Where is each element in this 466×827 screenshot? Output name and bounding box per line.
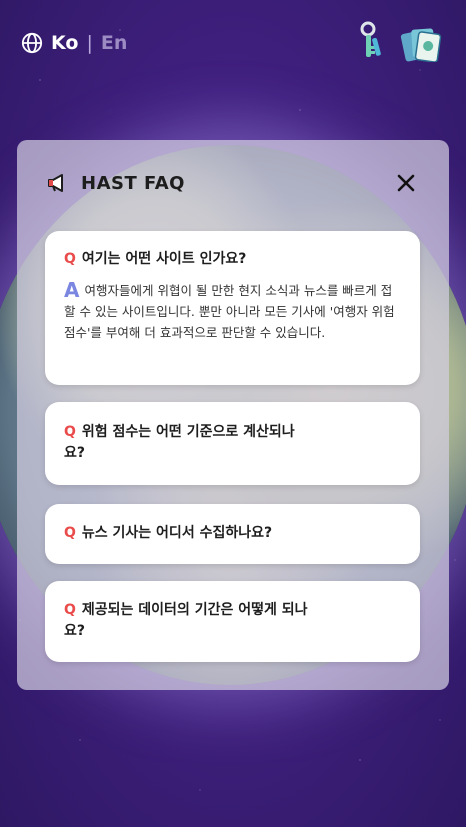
globe-icon bbox=[21, 32, 43, 54]
q-marker: Q bbox=[64, 424, 76, 440]
faq-question: Q 제공되는 데이터의 기간은 어떻게 되나요? bbox=[64, 602, 308, 639]
cards-icon[interactable] bbox=[400, 26, 442, 62]
megaphone-icon bbox=[48, 174, 63, 192]
a-marker: A bbox=[64, 278, 80, 302]
lang-en-option[interactable]: En bbox=[101, 32, 128, 54]
faq-title: HAST FAQ bbox=[81, 172, 185, 194]
q-marker: Q bbox=[64, 251, 76, 267]
faq-header: HAST FAQ bbox=[47, 170, 419, 196]
faq-item-2[interactable]: Q 위험 점수는 어떤 기준으로 계산되나요? bbox=[45, 402, 420, 485]
faq-item-4[interactable]: Q 제공되는 데이터의 기간은 어떻게 되나요? bbox=[45, 581, 420, 662]
faq-item-1[interactable]: Q 여기는 어떤 사이트 인가요? A 여행자들에게 위협이 될 만한 현지 소식과… bbox=[45, 231, 420, 385]
keys-icon[interactable] bbox=[356, 20, 388, 64]
faq-question: Q 위험 점수는 어떤 기준으로 계산되나요? bbox=[64, 424, 295, 461]
q-marker: Q bbox=[64, 525, 76, 541]
faq-modal: HAST FAQ Q 여기는 어떤 사이트 인가요? A 여행자들에게 위협이 될 … bbox=[17, 140, 449, 690]
q-marker: Q bbox=[64, 602, 76, 618]
lang-ko-option[interactable]: Ko bbox=[51, 32, 78, 54]
language-switcher: Ko | En bbox=[21, 32, 127, 54]
faq-answer: A 여행자들에게 위협이 될 만한 현지 소식과 뉴스를 빠르게 접할 수 있는 … bbox=[64, 278, 395, 341]
faq-item-3[interactable]: Q 뉴스 기사는 어디서 수집하나요? bbox=[45, 504, 420, 564]
lang-separator: | bbox=[86, 32, 93, 54]
faq-question: Q 뉴스 기사는 어디서 수집하나요? bbox=[64, 525, 273, 541]
faq-question: Q 여기는 어떤 사이트 인가요? bbox=[64, 251, 247, 267]
top-bar: Ko | En bbox=[0, 0, 466, 90]
close-icon[interactable] bbox=[393, 170, 419, 196]
